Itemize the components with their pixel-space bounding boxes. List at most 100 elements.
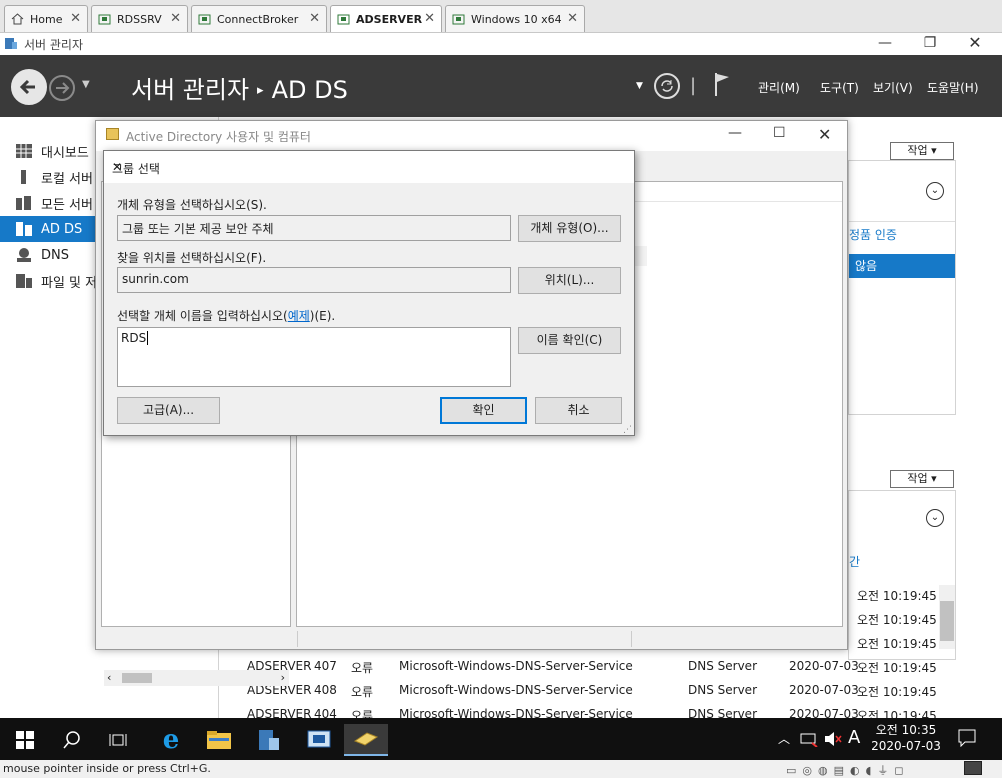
scroll-left-icon[interactable]: ‹ [107, 671, 111, 684]
resize-grip-icon[interactable]: ⋰ [623, 425, 632, 435]
menu-tools[interactable]: 도구(T) [820, 79, 859, 96]
action-center-icon[interactable] [958, 729, 976, 750]
close-icon[interactable]: ✕ [170, 11, 181, 26]
activation-column-header[interactable]: 정품 인증 [849, 226, 897, 243]
breadcrumb-current: AD DS [271, 76, 348, 104]
breadcrumb: 서버 관리자 ▸ AD DS [131, 70, 348, 105]
start-button[interactable] [3, 724, 47, 756]
location-value: sunrin.com [122, 272, 189, 286]
remote-desktop-icon [307, 730, 331, 748]
folder-icon [207, 731, 231, 749]
input-method-indicator[interactable]: A [848, 727, 860, 748]
minimize-button[interactable]: — [862, 33, 908, 55]
internet-explorer-button[interactable]: e [149, 724, 193, 756]
check-names-button[interactable]: 이름 확인(C) [518, 327, 621, 354]
aduc-taskbar-button[interactable] [344, 724, 388, 756]
remote-desktop-taskbar-button[interactable] [297, 724, 341, 756]
event-log: DNS Server [688, 683, 757, 697]
vm-tab-home[interactable]: Home ✕ [4, 5, 88, 32]
close-button[interactable]: ✕ [952, 33, 998, 55]
vm-tab-connectbroker[interactable]: ConnectBroker ✕ [191, 5, 327, 32]
event-row[interactable]: ADSERVER 407 오류 Microsoft-Windows-DNS-Se… [247, 655, 942, 679]
event-source: Microsoft-Windows-DNS-Server-Service [399, 659, 633, 673]
close-icon[interactable]: ✕ [424, 11, 435, 26]
folder-icon [106, 128, 119, 140]
divider [849, 221, 955, 222]
advanced-button[interactable]: 고급(A)... [117, 397, 220, 424]
event-id: 407 [314, 659, 337, 673]
vm-tab-label: ConnectBroker [217, 12, 299, 26]
close-icon[interactable]: ✕ [70, 11, 81, 26]
vm-icon [198, 13, 212, 25]
event-row[interactable]: ADSERVER 408 오류 Microsoft-Windows-DNS-Se… [247, 679, 942, 703]
notifications-flag-icon[interactable] [713, 71, 731, 100]
nav-label: 파일 및 저 [41, 275, 98, 291]
close-icon[interactable]: ✕ [567, 11, 578, 26]
show-hidden-icons-chevron-icon[interactable]: ︿ [778, 730, 790, 747]
vm-icon [98, 13, 112, 25]
breadcrumb-root[interactable]: 서버 관리자 [131, 76, 249, 104]
expand-chevron-icon[interactable]: ⌄ [926, 509, 944, 527]
forward-button[interactable] [49, 75, 75, 101]
clock[interactable]: 오전 10:35 2020-07-03 [866, 722, 946, 754]
column-header[interactable]: 간 [849, 553, 860, 570]
label-text: )(E). [309, 309, 336, 323]
event-level: 오류 [351, 709, 374, 718]
home-icon [11, 13, 25, 25]
close-button[interactable]: ✕ [112, 160, 624, 174]
cancel-button[interactable]: 취소 [535, 397, 622, 424]
breadcrumb-separator: ▸ [257, 83, 264, 98]
scrollbar-thumb[interactable] [940, 601, 954, 641]
object-names-value: RDS [121, 331, 147, 345]
search-button[interactable] [50, 724, 94, 756]
back-button[interactable] [11, 69, 47, 105]
menu-help[interactable]: 도움말(H) [927, 79, 979, 96]
event-time: 오전 10:19:45 [857, 685, 937, 699]
tasks-button-top[interactable]: 작업 ▾ [890, 142, 954, 160]
vm-device-badge-icon[interactable] [964, 761, 982, 775]
menu-view[interactable]: 보기(V) [873, 79, 913, 96]
vm-device-icons[interactable]: ▭◎◍▤◐◖⏚◻ [786, 762, 910, 778]
scrollbar-thumb[interactable] [122, 673, 152, 683]
divider: | [690, 75, 697, 96]
restore-button[interactable]: ❐ [907, 33, 953, 55]
clock-time: 오전 10:35 [875, 723, 937, 737]
aduc-statusbar [101, 631, 843, 649]
event-server: ADSERVER [247, 707, 312, 718]
vm-tab-adserver[interactable]: ADSERVER ✕ [330, 5, 442, 32]
event-row[interactable]: ADSERVER 404 오류 Microsoft-Windows-DNS-Se… [247, 703, 942, 718]
event-time: 오전 10:19:45 [857, 589, 937, 603]
network-icon[interactable] [800, 731, 818, 750]
minimize-button[interactable]: — [728, 125, 742, 141]
vm-tab-label: Windows 10 x64 [471, 12, 562, 26]
history-dropdown-icon[interactable]: ▼ [82, 79, 90, 90]
maximize-button[interactable]: ☐ [773, 125, 786, 141]
object-types-button[interactable]: 개체 유형(O)... [518, 215, 621, 242]
server-manager-taskbar-button[interactable] [247, 724, 291, 756]
expand-chevron-icon[interactable]: ⌄ [926, 182, 944, 200]
menu-manage[interactable]: 관리(M) [758, 79, 800, 96]
examples-link[interactable]: 예제 [288, 309, 310, 323]
refresh-button[interactable] [654, 73, 680, 99]
arrow-right-icon [56, 82, 70, 94]
horizontal-scrollbar[interactable]: ‹ › [104, 670, 289, 686]
vm-icon [337, 13, 351, 25]
event-time: 오전 10:19:45 [857, 709, 937, 718]
vm-status-bar: mouse pointer inside or press Ctrl+G. ▭◎… [0, 760, 1002, 778]
tasks-button-events[interactable]: 작업 ▾ [890, 470, 954, 488]
task-view-button[interactable] [97, 724, 141, 756]
close-icon[interactable]: ✕ [309, 11, 320, 26]
vm-tab-rdssrv[interactable]: RDSSRV ✕ [91, 5, 188, 32]
object-type-label: 개체 유형을 선택하십시오(S). [117, 198, 267, 212]
volume-muted-icon[interactable] [824, 731, 842, 750]
object-names-input[interactable]: RDS [117, 327, 511, 387]
event-time: 오전 10:19:45 [857, 613, 937, 627]
close-button[interactable]: ✕ [818, 125, 831, 144]
ok-button[interactable]: 확인 [440, 397, 527, 424]
refresh-dropdown-icon[interactable]: ▼ [636, 81, 643, 91]
scroll-right-icon[interactable]: › [281, 671, 285, 684]
selected-server-row[interactable]: 않음 [849, 254, 955, 278]
file-explorer-button[interactable] [197, 724, 241, 756]
vm-tab-windows10[interactable]: Windows 10 x64 ✕ [445, 5, 585, 32]
locations-button[interactable]: 위치(L)... [518, 267, 621, 294]
